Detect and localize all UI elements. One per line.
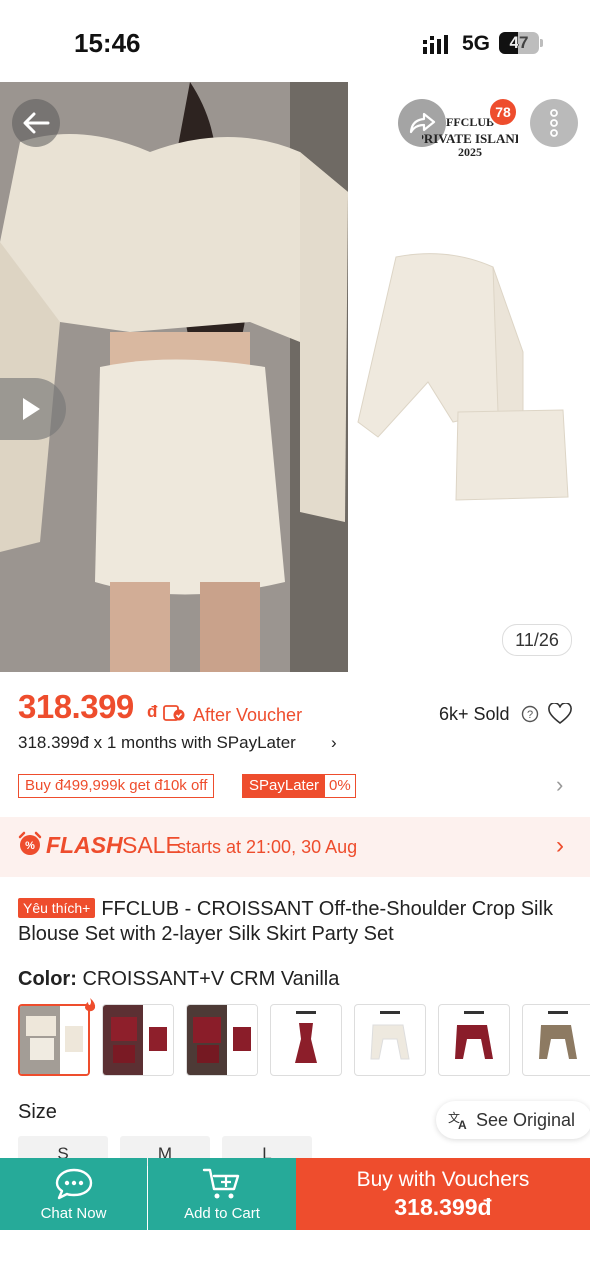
svg-text:A: A (458, 1118, 467, 1130)
alarm-clock-icon: % (18, 831, 42, 855)
swatch-red-velvet-2-image (187, 1005, 257, 1075)
heart-icon[interactable] (548, 703, 572, 725)
spaylater-promo-tag[interactable]: SPayLater 0% (242, 774, 356, 798)
network-label: 5G (462, 32, 491, 55)
flatlay-illustration (357, 253, 569, 501)
product-photo-flatlay[interactable] (348, 82, 590, 672)
battery-level: 47 (509, 33, 529, 52)
swatch-croissant[interactable] (18, 1004, 90, 1076)
swatch-red-top-image (455, 1011, 493, 1059)
signal-icon (423, 35, 448, 54)
more-vertical-icon (550, 109, 558, 137)
battery-tip (540, 39, 543, 47)
chat-icon (55, 1168, 92, 1199)
spaylater-tag-label: SPayLater (243, 775, 326, 797)
chat-now-label: Chat Now (40, 1204, 107, 1222)
product-title-block: Yêu thích+ FFCLUB - CROISSANT Off-the-Sho… (18, 897, 574, 947)
favorite-tag: Yêu thích+ (18, 898, 96, 918)
sold-count: 6k+ Sold (439, 704, 510, 724)
status-time: 15:46 (74, 28, 141, 58)
swatch-red-velvet-1-image (103, 1005, 173, 1075)
model-illustration (0, 82, 348, 672)
swatch-red-dress[interactable] (270, 1004, 342, 1076)
play-icon (23, 398, 40, 420)
translate-icon: 文 A (448, 1110, 467, 1130)
swatch-brown-top-image (539, 1011, 577, 1059)
discount-promo-tag[interactable]: Buy đ499,999k get đ10k off (18, 774, 215, 798)
image-counter: 11/26 (502, 624, 572, 656)
buy-with-vouchers-label: Buy with Vouchers (356, 1167, 530, 1191)
color-swatches (18, 1004, 590, 1076)
svg-text:FFCLUB: FFCLUB (446, 115, 494, 129)
arrow-left-icon (23, 112, 50, 134)
svg-text:%: % (25, 840, 35, 852)
add-cart-icon (202, 1168, 240, 1198)
help-icon[interactable]: ? (521, 705, 539, 723)
swatch-red-top[interactable] (438, 1004, 510, 1076)
buy-price: 318.399đ (394, 1193, 492, 1220)
color-row: Color: CROISSANT+V CRM Vanilla (18, 968, 339, 991)
spaylater-installment[interactable]: 318.399đ x 1 months with SPayLater (18, 733, 296, 753)
swatch-croissant-image (20, 1006, 88, 1074)
add-to-cart-label: Add to Cart (184, 1204, 260, 1222)
svg-text:?: ? (527, 709, 533, 721)
add-to-cart-button[interactable]: Add to Cart (148, 1158, 296, 1230)
home-indicator-area (0, 1230, 590, 1280)
play-video-button[interactable] (0, 378, 66, 440)
more-button[interactable] (530, 99, 578, 147)
back-button[interactable] (12, 99, 60, 147)
fire-icon (85, 998, 96, 1012)
chevron-right-icon[interactable]: › (331, 733, 337, 753)
swatch-brown-top[interactable] (522, 1004, 590, 1076)
size-label: Size (18, 1101, 57, 1123)
sale-label: SALE (122, 832, 181, 858)
chat-now-button[interactable]: Chat Now (0, 1158, 147, 1230)
svg-text:PRIVATE ISLAND: PRIVATE ISLAND (422, 131, 518, 146)
flash-sale-start-time: starts at 21:00, 30 Aug (177, 837, 358, 857)
color-label: Color: (18, 968, 77, 990)
flash-label: FLASH (46, 832, 123, 858)
svg-text:2025: 2025 (458, 145, 482, 159)
battery-icon: 47 (499, 32, 539, 54)
product-title: FFCLUB - CROISSANT Off-the-Shoulder Crop… (18, 898, 553, 945)
price-currency: đ (147, 702, 158, 721)
buy-with-vouchers-button[interactable]: Buy with Vouchers 318.399đ (296, 1158, 590, 1230)
spaylater-rate: 0% (329, 777, 351, 794)
price-amount: 318.399 (18, 688, 134, 725)
swatch-red-velvet-1[interactable] (102, 1004, 174, 1076)
swatch-white-top-image (370, 1011, 410, 1060)
flash-chevron-icon[interactable]: › (556, 832, 564, 860)
swatch-white-top[interactable] (354, 1004, 426, 1076)
swatch-red-dress-image (295, 1011, 317, 1063)
after-voucher-label: After Voucher (193, 705, 303, 725)
see-original-button[interactable]: 文 A See Original (436, 1101, 590, 1139)
color-value: CROISSANT+V CRM Vanilla (82, 968, 340, 990)
promo-chevron-icon[interactable]: › (556, 772, 563, 798)
voucher-icon (163, 705, 185, 721)
see-original-label: See Original (476, 1109, 576, 1130)
swatch-red-velvet-2[interactable] (186, 1004, 258, 1076)
product-photo-model[interactable] (0, 82, 348, 672)
share-count-badge: 78 (488, 97, 518, 127)
